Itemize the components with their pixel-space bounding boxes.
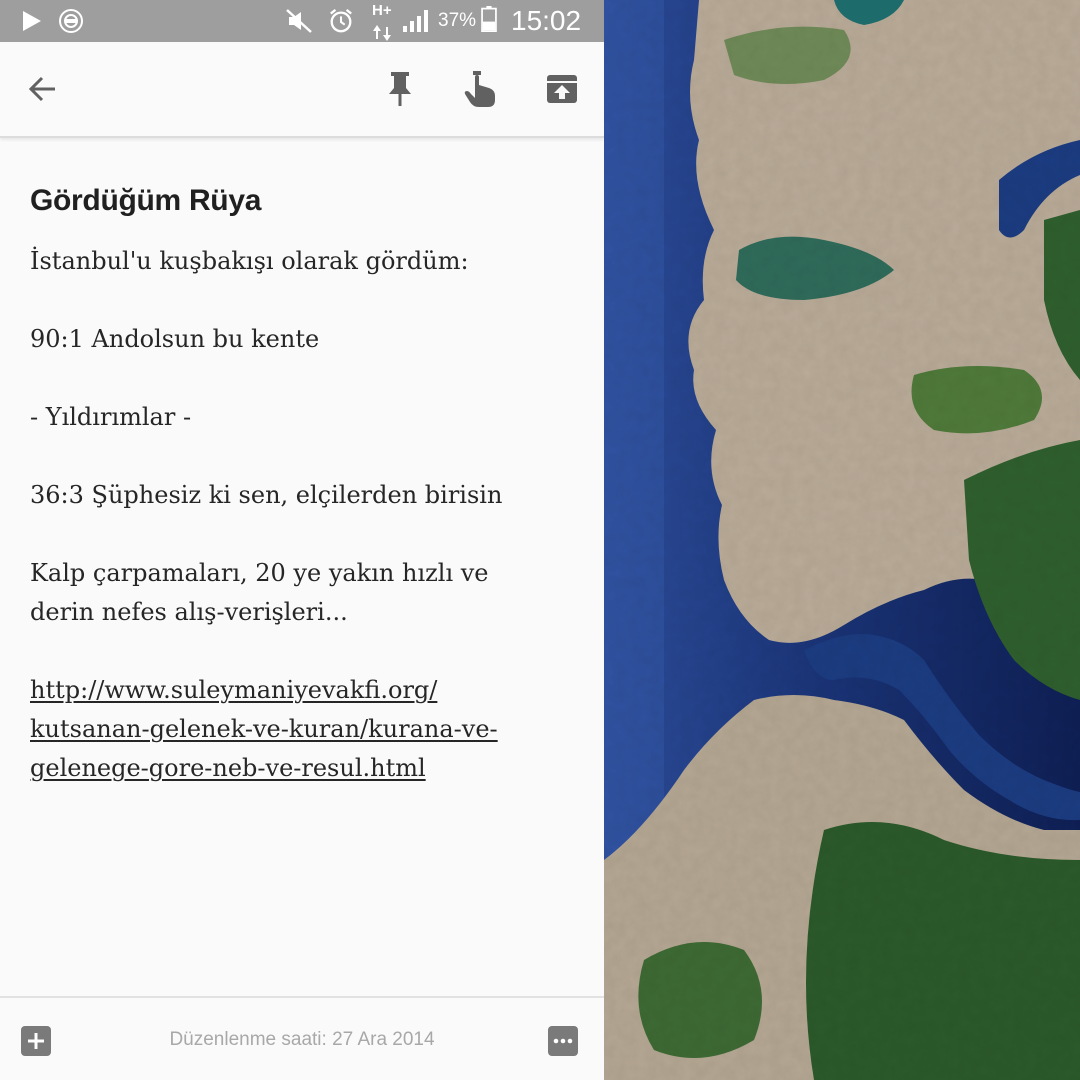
reminder-icon [464, 71, 495, 107]
note-link-line: kutsanan-gelenek-ve-kuran/kurana-ve- [30, 715, 498, 743]
network-type: H+ [372, 2, 392, 19]
note-body[interactable]: İstanbul'u kuşbakışı olarak gördüm: 90:1… [30, 242, 570, 788]
note-line: İstanbul'u kuşbakışı olarak gördüm: [30, 247, 469, 275]
battery-percent: 37% [438, 10, 477, 31]
note-line [30, 281, 570, 320]
note-line [30, 437, 570, 476]
status-bar: H+ 37% 15:02 [0, 0, 604, 42]
note-line: - Yıldırımlar - [30, 403, 192, 431]
signal-icon [403, 10, 428, 32]
reminder-button[interactable] [456, 64, 506, 114]
notification-icon [59, 9, 83, 33]
clock: 15:02 [511, 5, 582, 36]
note-toolbar [0, 42, 604, 138]
archive-icon [547, 75, 577, 103]
note-link-line: http://www.suleymaniyevakfi.org/ [30, 676, 438, 704]
note-line [30, 359, 570, 398]
edited-timestamp: Düzenlenme saati: 27 Ara 2014 [169, 1029, 435, 1050]
note-link-line: gelenege-gore-neb-ve-resul.html [30, 754, 426, 782]
note-line: derin nefes alış-verişleri... [30, 598, 348, 626]
note-content[interactable]: Gördüğüm Rüya İstanbul'u kuşbakışı olara… [30, 182, 570, 788]
note-line: Kalp çarpamaları, 20 ye yakın hızlı ve [30, 559, 489, 587]
note-line [30, 515, 570, 554]
play-icon [23, 11, 41, 31]
istanbul-satellite-map [604, 0, 1080, 1080]
mute-icon [286, 9, 312, 33]
note-line [30, 632, 570, 671]
more-button[interactable] [548, 1026, 578, 1056]
note-line: 90:1 Andolsun bu kente [30, 325, 320, 353]
battery-icon [481, 6, 497, 32]
more-icon [553, 1038, 573, 1044]
pin-icon [389, 72, 411, 106]
archive-button[interactable] [537, 64, 587, 114]
satellite-image [604, 0, 1080, 1080]
phone-screen: H+ 37% 15:02 Gördüğüm Rüya İstanbul'u ku… [0, 0, 604, 1080]
note-line: 36:3 Şüphesiz ki sen, elçilerden birisin [30, 481, 503, 509]
note-title[interactable]: Gördüğüm Rüya [30, 182, 570, 220]
alarm-icon [330, 8, 352, 33]
note-link[interactable]: http://www.suleymaniyevakfi.org/ kutsana… [30, 671, 570, 788]
back-arrow-icon [28, 76, 55, 102]
back-button[interactable] [18, 64, 68, 114]
pin-button[interactable] [375, 64, 425, 114]
bottom-bar: Düzenlenme saati: 27 Ara 2014 [0, 996, 604, 1080]
